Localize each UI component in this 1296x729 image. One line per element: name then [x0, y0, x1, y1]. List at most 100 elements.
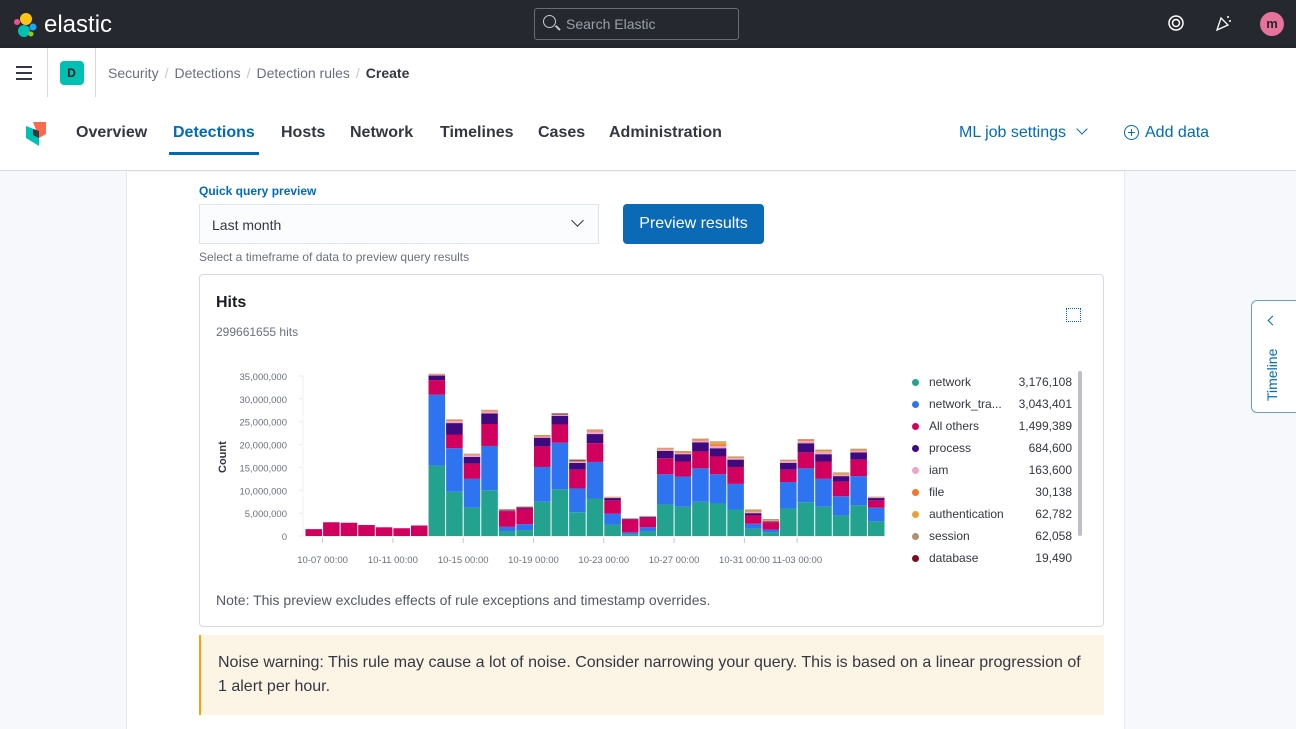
- bar-segment-network: [498, 531, 516, 536]
- bar-segment-network: [674, 506, 692, 536]
- noise-warning-callout: Noise warning: This rule may cause a lot…: [199, 635, 1104, 715]
- bar-segment-network_traffic: [762, 529, 780, 533]
- bar-segment-session: [832, 472, 850, 474]
- bar-segment-network_traffic: [727, 483, 744, 510]
- hits-count: 299661655 hits: [216, 325, 299, 339]
- timeline-flyout-button[interactable]: Timeline: [1251, 300, 1296, 413]
- bar-segment-process: [446, 423, 463, 435]
- tab-hosts[interactable]: Hosts: [281, 124, 325, 142]
- bar-segment-process: [780, 462, 797, 470]
- tab-network[interactable]: Network: [350, 124, 413, 142]
- bar-segment-network_traffic: [780, 482, 797, 509]
- bar-segment-database: [551, 413, 569, 415]
- y-tick-label: 35,000,000: [239, 372, 287, 383]
- bar-segment-process: [709, 448, 727, 457]
- tab-detections[interactable]: Detections: [169, 124, 259, 155]
- bar-segment-session: [744, 509, 762, 511]
- x-tick-label: 10-15 00:00: [438, 555, 489, 566]
- x-tick-label: 10-19 00:00: [508, 555, 559, 566]
- bar-segment-network: [780, 508, 797, 536]
- elastic-logo[interactable]: elastic: [12, 11, 112, 39]
- bar-segment-session: [621, 518, 639, 519]
- legend-item[interactable]: All others 1,499,389: [912, 415, 1072, 437]
- bar-segment-network_traffic: [533, 466, 551, 502]
- preview-results-button[interactable]: Preview results: [623, 204, 764, 244]
- bar-segment-network_traffic: [850, 476, 867, 506]
- bar-segment-authentication: [832, 473, 850, 475]
- bar-segment-network: [481, 490, 498, 536]
- timeline-label: Timeline: [1264, 348, 1280, 401]
- timeframe-select[interactable]: Last month: [199, 204, 599, 244]
- bar-segment-network: [692, 501, 709, 536]
- add-data-label: Add data: [1145, 124, 1210, 141]
- tab-administration[interactable]: Administration: [609, 124, 722, 142]
- bar-segment-network_traffic: [498, 526, 516, 532]
- search-input[interactable]: Search Elastic: [534, 8, 739, 40]
- bar-segment-process: [797, 443, 815, 453]
- bar-segment-all-others: [639, 517, 657, 528]
- x-tick-label: 10-07 00:00: [297, 555, 348, 566]
- bar-segment-session: [551, 414, 569, 415]
- bar-segment-authentication: [692, 439, 709, 441]
- bar-segment-iam: [709, 445, 727, 449]
- top-header: elastic Search Elastic m: [0, 0, 1296, 48]
- add-data-button[interactable]: + Add data: [1124, 124, 1209, 142]
- legend-item[interactable]: process 684,600: [912, 437, 1072, 459]
- tab-timelines[interactable]: Timelines: [440, 124, 514, 142]
- ml-job-settings-button[interactable]: ML job settings: [959, 123, 1090, 142]
- bar-segment-network_traffic: [516, 524, 533, 531]
- bar-segment-iam: [533, 436, 551, 438]
- bar-segment-process: [744, 513, 762, 516]
- legend-item[interactable]: session 62,058: [912, 525, 1072, 547]
- breadcrumb-detections[interactable]: Detections: [174, 65, 240, 81]
- avatar[interactable]: m: [1260, 12, 1284, 36]
- legend-name: file: [929, 485, 945, 499]
- legend-item[interactable]: database 19,490: [912, 547, 1072, 569]
- help-icon[interactable]: [1167, 14, 1185, 32]
- bar-segment-all-others: [428, 380, 446, 395]
- bar-segment-all-others: [692, 451, 709, 469]
- tab-overview[interactable]: Overview: [76, 124, 147, 142]
- menu-icon[interactable]: [0, 48, 48, 97]
- bar-segment-all-others: [797, 452, 815, 469]
- bar-segment-network: [744, 528, 762, 536]
- legend-item[interactable]: iam 163,600: [912, 459, 1072, 481]
- space-selector[interactable]: D: [48, 48, 96, 97]
- tab-cases[interactable]: Cases: [538, 124, 585, 142]
- inspect-icon[interactable]: [1066, 308, 1081, 322]
- bar-segment-network_traffic: [692, 468, 709, 502]
- legend-item[interactable]: network_tra... 3,043,401: [912, 393, 1072, 415]
- bar-segment-all-others: [586, 443, 604, 462]
- bar-segment-iam: [780, 461, 797, 463]
- bar-segment-all-others: [815, 461, 832, 479]
- y-tick-label: 30,000,000: [239, 395, 287, 406]
- bar-segment-session: [481, 409, 498, 411]
- space-avatar: D: [59, 60, 84, 85]
- bar-segment-all-others: [533, 446, 551, 467]
- legend-item[interactable]: network 3,176,108: [912, 371, 1072, 393]
- bar-segment-process: [463, 456, 481, 464]
- bar-segment-iam: [744, 512, 762, 514]
- breadcrumb-security[interactable]: Security: [108, 65, 159, 81]
- legend-item[interactable]: file 30,138: [912, 481, 1072, 503]
- legend-scrollbar[interactable]: [1078, 371, 1082, 536]
- bar-segment-session: [533, 434, 551, 436]
- legend-item[interactable]: authentication 62,782: [912, 503, 1072, 525]
- bar-segment-process: [586, 434, 604, 444]
- bar-segment-network_traffic: [832, 496, 850, 516]
- plus-circle-icon: +: [1124, 125, 1139, 140]
- legend-swatch: [912, 488, 919, 496]
- bar-segment-network_traffic: [551, 442, 569, 490]
- x-tick-label: 10-27 00:00: [649, 555, 700, 566]
- bar-segment-process: [569, 462, 586, 470]
- bar-segment-session: [463, 453, 481, 455]
- bar-segment-session: [586, 429, 604, 431]
- bar-segment-process: [674, 454, 692, 462]
- bar-segment-authentication: [516, 506, 533, 507]
- hits-histogram: Count 0 5,000,000 10,000,000 15,000,000 20,0…: [217, 372, 885, 566]
- newsfeed-icon[interactable]: [1214, 14, 1232, 32]
- bar-segment-network: [797, 502, 815, 536]
- bar-segment-all-others: [867, 500, 885, 508]
- breadcrumb-detection-rules[interactable]: Detection rules: [257, 65, 350, 81]
- bar-segment-session: [692, 438, 709, 440]
